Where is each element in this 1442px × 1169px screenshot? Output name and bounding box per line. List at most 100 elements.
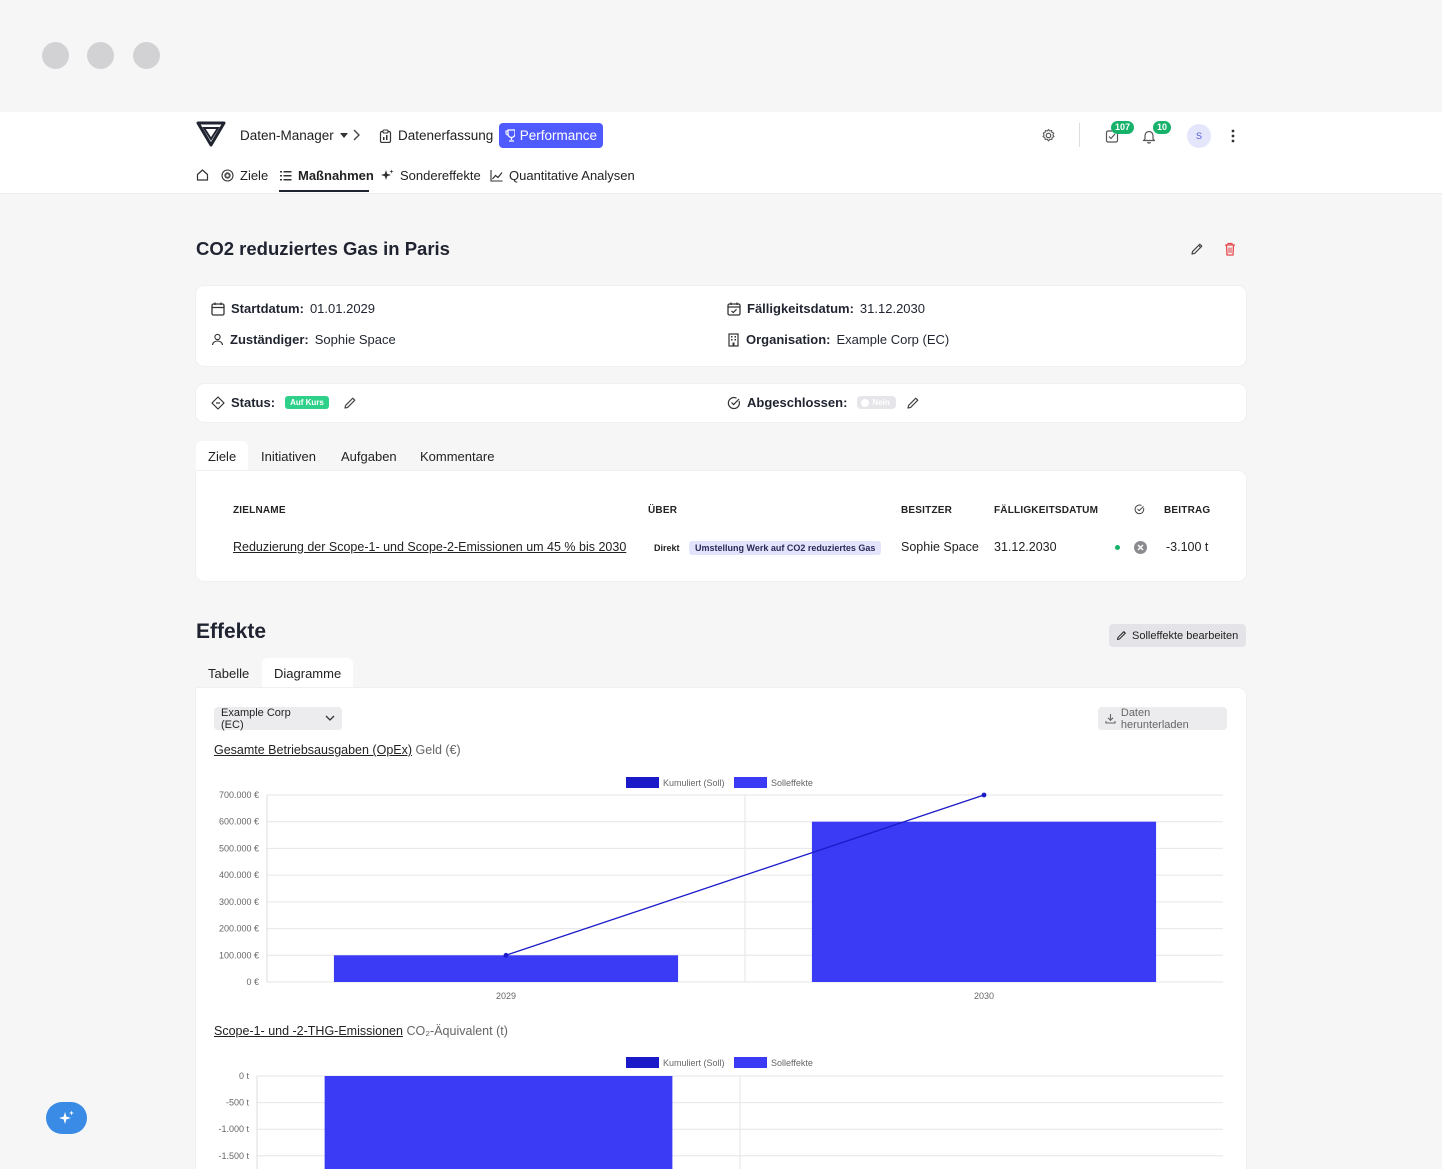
user-icon [211,333,224,346]
download-icon [1105,714,1116,724]
chart-opex-ytick: 100.000 € [219,950,259,960]
chart-ghg-legend-label-0: Kumuliert (Soll) [663,1058,725,1068]
effects-title: Effekte [196,620,267,643]
chart-ghg-legend-label-1: Solleffekte [771,1058,813,1068]
sparkles-icon [381,169,394,180]
download-data-button[interactable]: Daten herunterladen [1098,707,1227,731]
tab-goals[interactable]: Ziele [196,441,249,471]
chart-opex-bar [333,955,679,982]
chart-ghg-ytick: -1.000 t [218,1124,249,1134]
app-logo-icon[interactable] [196,120,226,148]
goal-name-link[interactable]: Reduzierung der Scope-1- und Scope-2-Emi… [233,540,626,554]
breadcrumb-data-manager[interactable]: Daten-Manager [240,128,348,143]
window-minimize-button[interactable] [87,42,114,69]
chart-opex-title[interactable]: Gesamte Betriebsausgaben (OpEx) [214,743,412,757]
tab-table[interactable]: Tabelle [196,658,261,688]
subnav-measures-label: Maßnahmen [298,168,374,183]
goals-table-card [196,471,1246,581]
goal-contribution: -3.100 t [1166,540,1209,554]
target-icon [221,169,234,182]
caret-down-icon [339,132,348,138]
calendar-icon [211,302,225,316]
col-header-owner: BESITZER [901,505,953,516]
list-icon [280,171,292,181]
goal-via-type: Direkt [654,543,680,553]
chart-opex-heading: Gesamte Betriebsausgaben (OpEx) Geld (€) [214,743,461,757]
tab-comments[interactable]: Kommentare [408,441,506,471]
window-close-button[interactable] [42,42,69,69]
tab-tasks[interactable]: Aufgaben [329,441,409,471]
subnav-home[interactable] [196,168,209,181]
toggle-knob [861,398,870,407]
chart-ghg-title[interactable]: Scope-1- und -2-THG-Emissionen [214,1024,403,1038]
start-date-field: Startdatum: 01.01.2029 [211,301,375,316]
chart-ghg-unit: CO₂-Äquivalent (t) [406,1024,508,1038]
user-avatar[interactable]: S [1187,124,1211,148]
goal-status-dot [1115,545,1120,550]
completed-label: Abgeschlossen: [747,395,848,410]
subnav-goals[interactable]: Ziele [221,168,268,183]
edit-target-effects-label: Solleffekte bearbeiten [1132,629,1239,642]
tasks-count-badge: 107 [1111,121,1135,134]
kebab-menu-icon [1231,129,1235,142]
organisation-select-value: Example Corp (EC) [221,706,291,731]
chart-opex-legend-swatch-0 [626,777,659,788]
pencil-icon [907,397,919,409]
edit-target-effects-button[interactable]: Solleffekte bearbeiten [1109,624,1246,647]
breadcrumb-data-manager-label: Daten-Manager [240,128,334,143]
tab-initiatives[interactable]: Initiativen [249,441,328,471]
home-icon [196,169,209,181]
performance-module-label: Performance [519,128,597,143]
subnav-active-indicator [279,190,369,192]
sparkles-icon [58,1110,74,1124]
chevron-down-icon [325,715,335,721]
window-titlebar [0,0,1442,112]
performance-module-button[interactable]: Performance [499,123,603,148]
diamond-status-icon [211,395,225,410]
measure-details-card [196,286,1246,366]
col-header-goal-name: ZIELNAME [233,505,286,516]
edit-completed-button[interactable] [905,395,921,411]
x-circle-icon[interactable] [1134,541,1147,554]
chart-opex-ytick: 300.000 € [219,897,259,907]
subnav-special-effects-label: Sondereffekte [400,168,481,183]
chart-opex-ytick: 200.000 € [219,924,259,934]
more-menu-button[interactable] [1227,127,1239,144]
subnav-quantitative-analyses-label: Quantitative Analysen [509,168,635,183]
subnav-measures[interactable]: Maßnahmen [280,168,374,183]
start-date-value: 01.01.2029 [309,301,376,316]
chart-opex-ytick: 500.000 € [219,843,259,853]
settings-button[interactable] [1040,127,1057,144]
due-date-field: Fälligkeitsdatum: 31.12.2030 [727,301,925,316]
organisation-field: Organisation: Example Corp (EC) [727,332,949,347]
chevron-right-icon [353,129,360,141]
chart-opex-ytick: 0 € [246,977,259,987]
organisation-label: Organisation: [746,332,831,347]
edit-status-button[interactable] [342,395,358,411]
edit-measure-button[interactable] [1189,241,1205,257]
completed-toggle[interactable]: Nein [857,396,896,409]
chart-ghg-ytick: -500 t [226,1098,250,1108]
ai-assistant-button[interactable] [46,1102,87,1134]
tab-diagrams[interactable]: Diagramme [262,658,354,688]
organisation-select[interactable]: Example Corp (EC) [214,706,342,731]
chart-ghg-legend-swatch-0 [626,1057,659,1068]
breadcrumb-data-collection-label: Datenerfassung [398,128,494,143]
trash-icon [1225,242,1235,256]
chart-opex-legend-swatch-1 [734,777,767,788]
breadcrumb-data-collection[interactable]: Datenerfassung [379,128,493,143]
calendar-check-icon [727,302,741,316]
status-badge: Auf Kurs [285,396,329,409]
window-maximize-button[interactable] [133,42,160,69]
subnav-quantitative-analyses[interactable]: Quantitative Analysen [490,168,635,183]
clipboard-icon [379,128,392,143]
completed-toggle-label: Nein [872,398,890,407]
chart-opex-legend-label-1: Solleffekte [771,778,813,788]
due-date-value: 31.12.2030 [859,301,925,316]
goal-via-tag[interactable]: Umstellung Werk auf CO2 reduziertes Gas [689,541,882,555]
delete-measure-button[interactable] [1222,241,1238,257]
pencil-icon [1116,631,1126,641]
subnav-special-effects[interactable]: Sondereffekte [381,168,481,183]
chart-opex-xtick: 2030 [974,991,994,1001]
owner-field: Zuständiger: Sophie Space [211,332,396,347]
